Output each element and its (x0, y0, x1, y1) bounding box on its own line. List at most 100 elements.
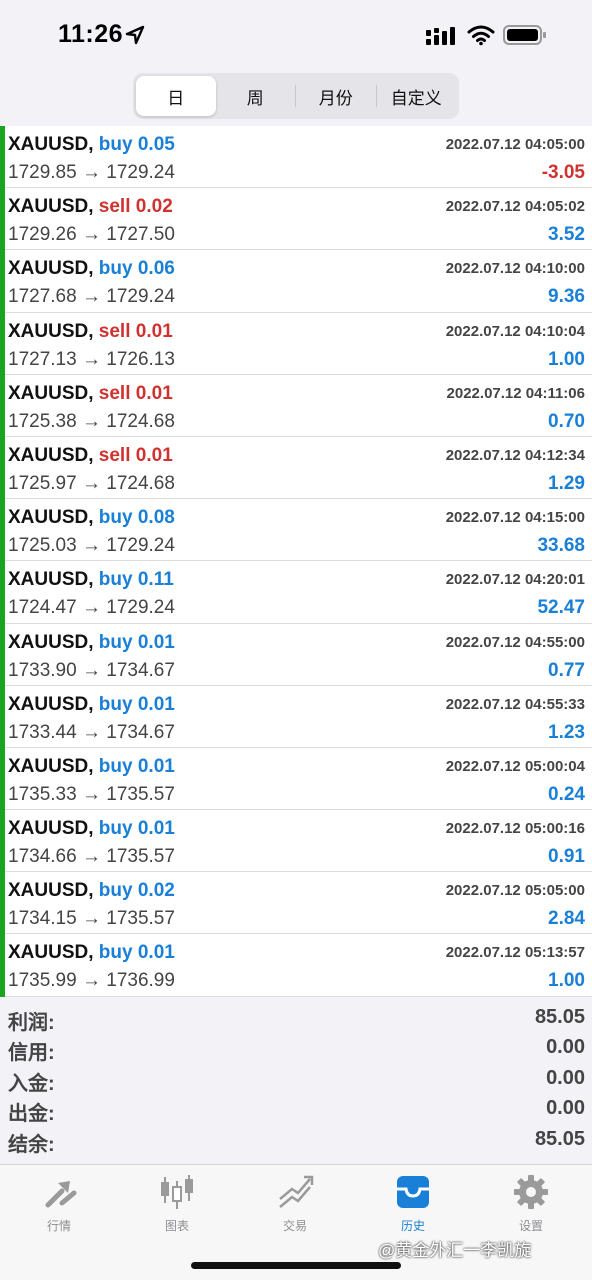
summary-value: 85.05 (534, 1006, 585, 1028)
trade-row[interactable]: XAUUSD, buy 0.01 2022.07.12 05:13:57 1735.… (0, 934, 592, 997)
summary-value: 0.00 (546, 1036, 585, 1059)
trade-indicator-bar (0, 872, 5, 935)
trade-row[interactable]: XAUUSD, buy 0.06 2022.07.12 04:10:00 1727.… (0, 250, 592, 313)
trade-row[interactable]: XAUUSD, sell 0.01 2022.07.12 04:11:06 1725… (0, 374, 592, 437)
trade-symbol-line: XAUUSD, buy 0.01 (8, 818, 175, 840)
period-tab-custom[interactable]: 自定义 (377, 76, 457, 116)
close-price: 1729.24 (106, 286, 175, 308)
trade-volume: 0.02 (135, 196, 173, 218)
trade-volume: 0.11 (137, 569, 174, 591)
trade-side: buy (98, 507, 133, 529)
trade-volume: 0.01 (137, 693, 175, 715)
open-price: 1734.15 (8, 908, 77, 930)
arrow-icon: → (81, 410, 101, 432)
trade-row[interactable]: XAUUSD, buy 0.01 2022.07.12 05:00:16 1734.… (0, 810, 592, 873)
arrow-icon: → (81, 472, 101, 494)
open-price: 1724.47 (8, 597, 77, 619)
trade-symbol: XAUUSD, (8, 880, 94, 902)
trade-symbol-line: XAUUSD, buy 0.06 (8, 258, 175, 280)
trade-time: 2022.07.12 04:11:06 (446, 384, 585, 402)
trade-symbol: XAUUSD, (8, 693, 94, 715)
close-price: 1735.57 (106, 908, 175, 930)
trade-symbol-line: XAUUSD, buy 0.01 (8, 756, 175, 778)
trade-row[interactable]: XAUUSD, sell 0.02 2022.07.12 04:05:02 1729… (0, 188, 592, 251)
trade-prices: 1725.03 → 1729.24 (8, 535, 175, 557)
tab-history[interactable]: 历史 (354, 1173, 472, 1237)
trade-row[interactable]: XAUUSD, buy 0.01 2022.07.12 04:55:33 1733.… (0, 685, 592, 748)
trade-side: buy (98, 818, 133, 840)
tab-settings[interactable]: 设置 (472, 1173, 590, 1237)
trade-symbol: XAUUSD, (8, 320, 94, 342)
settings-icon (514, 1175, 548, 1209)
trade-side: sell (98, 196, 131, 218)
trade-indicator-bar (0, 250, 5, 313)
period-tab-day[interactable]: 日 (136, 76, 216, 116)
trade-symbol: XAUUSD, (8, 507, 94, 529)
trade-symbol: XAUUSD, (8, 196, 94, 218)
trade-volume: 0.01 (135, 444, 173, 466)
tab-trade[interactable]: 交易 (236, 1173, 354, 1237)
arrow-icon: → (81, 224, 101, 246)
open-price: 1733.90 (8, 659, 77, 681)
account-summary: 利润: 85.05 信用: 0.00 入金: 0.00 出金: 0.00 结余: 85.05 (0, 1000, 592, 1164)
trade-row[interactable]: XAUUSD, buy 0.05 2022.07.12 04:05:00 1729.… (0, 126, 592, 189)
battery-icon (503, 25, 546, 45)
open-price: 1734.66 (8, 846, 77, 868)
trade-row[interactable]: XAUUSD, buy 0.08 2022.07.12 04:15:00 1725.… (0, 499, 592, 562)
trade-profit: 3.52 (548, 224, 585, 246)
trade-profit: 52.47 (537, 597, 585, 619)
history-icon (397, 1176, 429, 1208)
tab-chart[interactable]: 图表 (118, 1173, 236, 1237)
trade-row[interactable]: XAUUSD, sell 0.01 2022.07.12 04:10:04 1727… (0, 312, 592, 375)
period-segmented-control: 日 周 月份 自定义 (133, 73, 459, 119)
trade-profit: -3.05 (541, 162, 585, 183)
open-price: 1735.99 (8, 970, 77, 992)
arrow-icon: → (81, 535, 101, 557)
watermark-text: @黄金外汇一李凯旋 (378, 1241, 532, 1260)
trade-symbol: XAUUSD, (8, 382, 94, 404)
trade-volume: 0.02 (137, 880, 175, 902)
location-arrow-icon (125, 25, 145, 45)
trade-row[interactable]: XAUUSD, buy 0.11 2022.07.12 04:20:01 1724.… (0, 561, 592, 624)
close-price: 1724.68 (106, 472, 175, 494)
trade-volume: 0.06 (137, 258, 175, 280)
tab-label: 交易 (282, 1219, 307, 1233)
trade-symbol-line: XAUUSD, sell 0.01 (8, 445, 173, 467)
summary-value: 0.00 (546, 1066, 585, 1089)
trade-symbol-line: XAUUSD, buy 0.02 (8, 880, 175, 902)
arrow-icon: → (81, 970, 101, 992)
trade-prices: 1729.26 → 1727.50 (8, 224, 175, 246)
trade-prices: 1724.47 → 1729.24 (8, 597, 175, 619)
trade-row[interactable]: XAUUSD, buy 0.02 2022.07.12 05:05:00 1734.… (0, 872, 592, 935)
trade-row[interactable]: XAUUSD, sell 0.01 2022.07.12 04:12:34 1725… (0, 436, 592, 500)
tab-quotes[interactable]: 行情 (0, 1173, 118, 1237)
trade-volume: 0.01 (137, 818, 175, 840)
trade-row[interactable]: XAUUSD, buy 0.01 2022.07.12 05:00:04 1735.… (0, 747, 592, 811)
open-price: 1725.38 (8, 410, 77, 432)
trade-prices: 1734.15 → 1735.57 (8, 908, 175, 930)
trade-time: 2022.07.12 04:05:00 (445, 136, 585, 153)
trade-volume: 0.08 (137, 507, 175, 529)
summary-label: 结余: (8, 1133, 55, 1156)
trade-symbol-line: XAUUSD, sell 0.01 (8, 383, 173, 405)
summary-value: 85.05 (534, 1127, 585, 1150)
tab-label: 行情 (46, 1219, 71, 1233)
period-tab-month[interactable]: 月份 (296, 76, 376, 116)
open-price: 1729.26 (8, 224, 77, 246)
close-price: 1726.13 (106, 348, 175, 370)
trade-profit: 1.00 (548, 348, 585, 370)
arrow-icon: → (81, 659, 101, 681)
home-indicator[interactable] (191, 1262, 401, 1269)
trade-time: 2022.07.12 05:13:57 (445, 944, 585, 962)
trade-indicator-bar (0, 623, 5, 686)
trade-indicator-bar (0, 312, 5, 375)
trade-prices: 1729.85 → 1729.24 (8, 162, 175, 184)
close-price: 1729.24 (106, 535, 175, 557)
trade-volume: 0.01 (137, 755, 175, 777)
trade-icon (279, 1175, 314, 1208)
summary-row: 信用: 0.00 (0, 1030, 592, 1064)
trade-prices: 1727.68 → 1729.24 (8, 286, 175, 308)
trade-row[interactable]: XAUUSD, buy 0.01 2022.07.12 04:55:00 1733.… (0, 623, 592, 686)
period-tab-week[interactable]: 周 (216, 76, 296, 116)
cellular-signal-icon (426, 27, 455, 45)
